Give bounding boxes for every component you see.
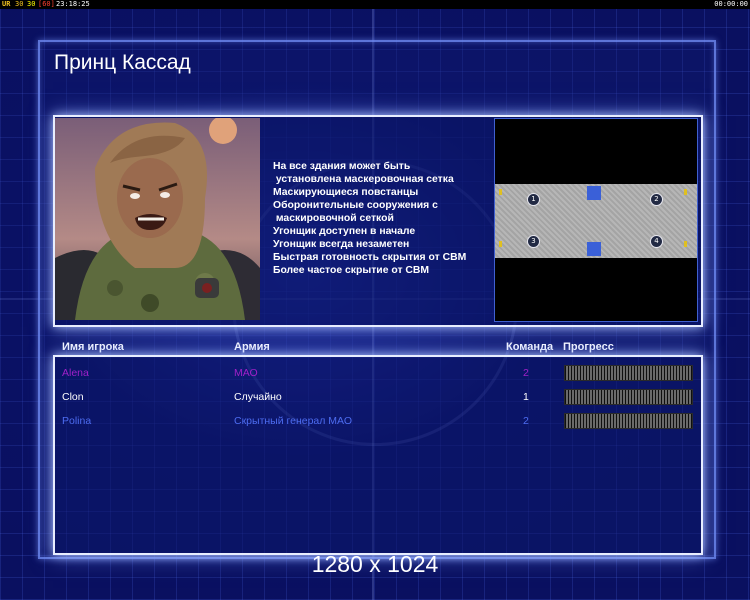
feature-item: Оборонительные сооружения с — [273, 200, 438, 211]
player-army: Скрытный генерал МАО — [234, 415, 352, 427]
header-team: Команда — [506, 341, 554, 353]
fps-value-c: [60] — [38, 0, 55, 8]
clock: 23:18:25 — [56, 0, 90, 8]
fps-value-b: 30 — [27, 0, 36, 8]
header-progress: Прогресс — [563, 341, 614, 353]
map-marker — [499, 189, 502, 195]
resolution-label: 1280 x 1024 — [311, 551, 439, 577]
player-army: МАО — [234, 367, 258, 379]
player-row: Clon Случайно 1 — [0, 389, 750, 411]
fps-label: UR — [2, 0, 11, 8]
feature-item: маскировочной сеткой — [273, 213, 394, 224]
player-army: Случайно — [234, 391, 282, 403]
map-notch-top — [587, 186, 601, 200]
general-portrait — [55, 118, 260, 320]
feature-item: установлена маскеровочная сетка — [273, 174, 454, 185]
timer: 00:00:00 — [714, 0, 748, 8]
player-progress-bar — [564, 365, 693, 381]
feature-item: Маскирующиеся повстанцы — [273, 187, 419, 198]
start-position-4: 4 — [650, 235, 663, 248]
general-name: Принц Кассад — [54, 51, 191, 74]
map-preview: 1 2 3 4 — [494, 118, 698, 322]
start-position-3: 3 — [527, 235, 540, 248]
map-marker — [684, 189, 687, 195]
fps-overlay: UR 30 30 [60] 23:18:25 00:00:00 — [0, 0, 750, 9]
player-row: Alena МАО 2 — [0, 365, 750, 387]
start-position-2: 2 — [650, 193, 663, 206]
start-position-1: 1 — [527, 193, 540, 206]
feature-item: Быстрая готовность скрытия от СВМ — [273, 252, 467, 263]
player-name: Polina — [62, 415, 92, 427]
player-team: 2 — [523, 415, 529, 427]
player-name: Alena — [62, 367, 89, 379]
general-features-list: На все здания может быть установлена мас… — [273, 160, 466, 277]
map-marker — [499, 241, 502, 247]
player-team: 1 — [523, 391, 529, 403]
map-notch-bottom — [587, 242, 601, 256]
feature-item: На все здания может быть — [273, 161, 411, 172]
feature-item: Угонщик всегда незаметен — [273, 239, 410, 250]
player-name: Clon — [62, 391, 84, 403]
player-row: Polina Скрытный генерал МАО 2 — [0, 413, 750, 435]
feature-item: Более частое скрытие от СВМ — [273, 265, 430, 276]
map-marker — [684, 241, 687, 247]
feature-item: Угонщик доступен в начале — [273, 226, 416, 237]
header-army: Армия — [234, 341, 270, 353]
player-progress-bar — [564, 389, 693, 405]
player-team: 2 — [523, 367, 529, 379]
fps-value-a: 30 — [15, 0, 24, 8]
header-player: Имя игрока — [62, 341, 124, 353]
player-progress-bar — [564, 413, 693, 429]
